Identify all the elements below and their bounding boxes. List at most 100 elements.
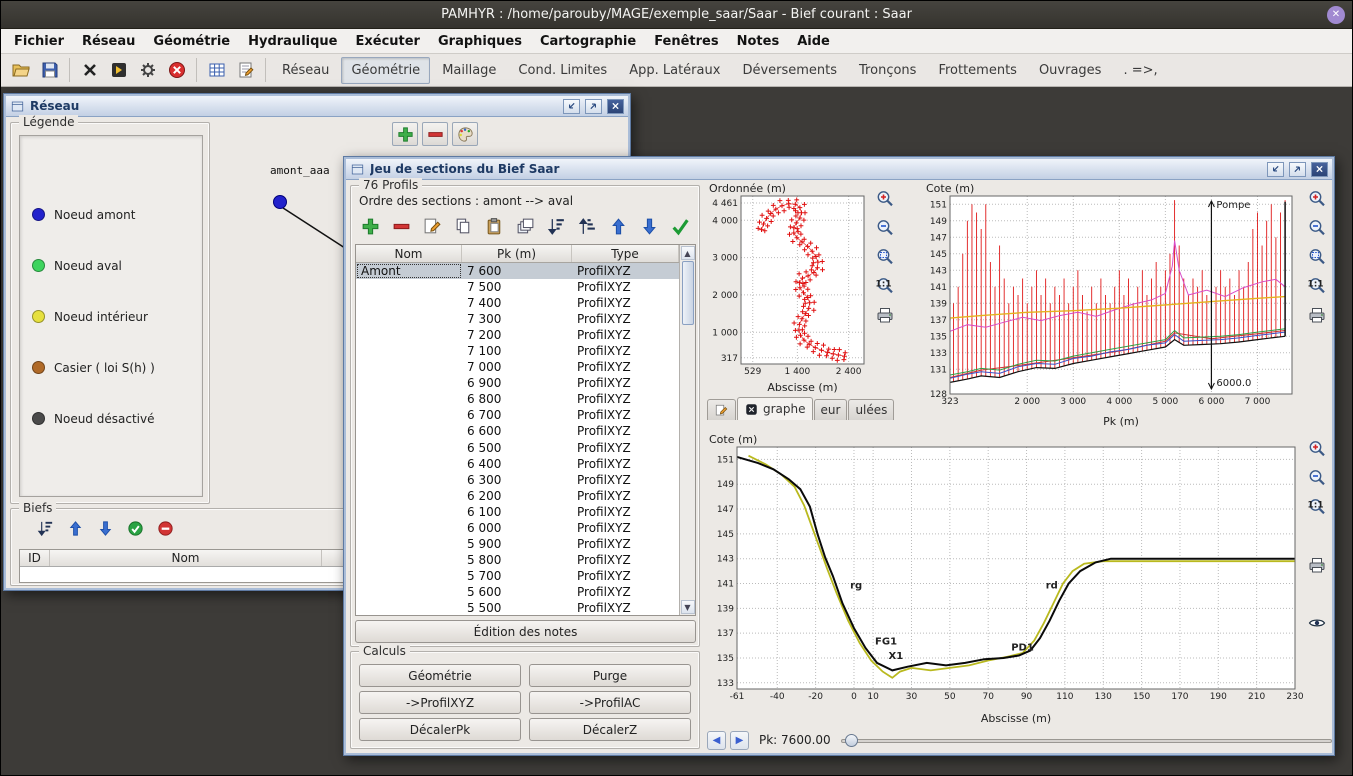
zoom-reset-button[interactable]: 1:1 [1305,274,1329,298]
close-button[interactable] [607,99,624,114]
validate-button[interactable] [665,212,695,240]
table-row[interactable]: 6 200 ProfilXYZ [356,488,679,504]
move-down-button[interactable] [634,212,664,240]
zoom-reset-button[interactable]: 1:1 [1305,495,1329,519]
edit-tab[interactable] [707,399,736,420]
menu-item[interactable]: Notes [728,31,789,52]
previous-section-button[interactable]: ◀ [707,731,726,750]
add-profile-button[interactable] [355,212,385,240]
table-row[interactable]: 7 500 ProfilXYZ [356,279,679,295]
table-row[interactable]: 6 700 ProfilXYZ [356,407,679,423]
open-folder-icon[interactable] [7,57,34,84]
table-row[interactable]: 5 500 ProfilXYZ [356,600,679,615]
scroll-down-arrow[interactable]: ▼ [681,600,695,614]
table-row[interactable]: 5 800 ProfilXYZ [356,552,679,568]
toolbar-mode-button[interactable]: Tronçons [849,57,926,84]
remove-profile-button[interactable] [386,212,416,240]
toolbar-mode-button[interactable]: Frottements [928,57,1027,84]
slider-track[interactable] [841,739,1332,743]
menu-item[interactable]: Géométrie [144,31,239,52]
print-button[interactable] [1305,303,1329,327]
table-row[interactable]: 7 200 ProfilXYZ [356,327,679,343]
menu-item[interactable]: Cartographie [531,31,645,52]
menu-item[interactable]: Exécuter [346,31,429,52]
minimize-button[interactable] [563,99,580,114]
table-row[interactable]: 6 500 ProfilXYZ [356,440,679,456]
sort-button[interactable] [33,517,57,539]
toolbar-mode-button[interactable]: Réseau [272,57,339,84]
close-file-icon[interactable] [76,57,103,84]
maximize-button[interactable] [585,99,602,114]
zoom-area-button[interactable] [873,245,897,269]
table-row[interactable]: Amont 7 600 ProfilXYZ [356,263,679,279]
stop-icon[interactable] [163,57,190,84]
menu-item[interactable]: Fenêtres [645,31,727,52]
table-row[interactable]: 6 800 ProfilXYZ [356,391,679,407]
upstream-node[interactable] [274,196,287,209]
toolbar-mode-button[interactable]: Maillage [432,57,506,84]
remove-bief-button[interactable] [153,517,177,539]
tab-eur[interactable]: eur [814,399,848,420]
reseau-window-titlebar[interactable]: Réseau [6,96,628,117]
move-up-button[interactable] [603,212,633,240]
table-row[interactable]: 6 600 ProfilXYZ [356,423,679,439]
table-row[interactable]: 5 900 ProfilXYZ [356,536,679,552]
tab-graphe[interactable]: graphe [737,397,813,420]
zoom-reset-button[interactable]: 1:1 [873,274,897,298]
header-type[interactable]: Type [572,245,679,262]
calc-button[interactable]: ->ProfilAC [529,691,691,714]
zoom-out-button[interactable] [873,216,897,240]
move-down-button[interactable] [93,517,117,539]
app-close-button[interactable]: ✕ [1327,6,1345,24]
scroll-up-arrow[interactable]: ▲ [681,246,695,260]
eye-icon[interactable] [1305,611,1329,635]
zoom-out-button[interactable] [1305,216,1329,240]
biefs-header-id[interactable]: ID [20,550,50,566]
toolbar-mode-button[interactable]: . =>, [1113,57,1167,84]
toolbar-mode-button[interactable]: Déversements [732,57,847,84]
save-icon[interactable] [36,57,63,84]
calc-button[interactable]: Géométrie [359,664,521,687]
toolbar-mode-button[interactable]: Ouvrages [1029,57,1112,84]
move-up-button[interactable] [63,517,87,539]
table-row[interactable]: 7 000 ProfilXYZ [356,359,679,375]
toolbar-mode-button[interactable]: Géométrie [341,57,430,84]
print-button[interactable] [873,303,897,327]
duplicate-button[interactable] [510,212,540,240]
menu-item[interactable]: Aide [788,31,839,52]
next-section-button[interactable]: ▶ [730,731,749,750]
close-button[interactable] [1311,162,1328,177]
biefs-header-nom[interactable]: Nom [50,550,322,566]
table-row[interactable]: 5 600 ProfilXYZ [356,584,679,600]
zoom-area-button[interactable] [1305,245,1329,269]
menu-item[interactable]: Hydraulique [239,31,346,52]
maximize-button[interactable] [1289,162,1306,177]
toolbar-mode-button[interactable]: App. Latéraux [619,57,730,84]
edit-notes-button[interactable]: Édition des notes [355,620,696,643]
menu-item[interactable]: Réseau [73,31,144,52]
menu-item[interactable]: Fichier [5,31,73,52]
longitudinal-profile-chart[interactable]: 3232 0003 0004 0005 0006 0007 0001511491… [924,182,1302,428]
notes-icon[interactable] [232,57,259,84]
copy-button[interactable] [448,212,478,240]
zoom-in-button[interactable] [873,187,897,211]
pk-slider[interactable] [841,731,1332,750]
calc-button[interactable]: DécalerZ [529,718,691,741]
scrollbar-thumb[interactable] [682,261,694,325]
table-row[interactable]: 5 700 ProfilXYZ [356,568,679,584]
run-icon[interactable] [105,57,132,84]
header-nom[interactable]: Nom [356,245,462,262]
table-row[interactable]: 6 300 ProfilXYZ [356,472,679,488]
zoom-in-button[interactable] [1305,187,1329,211]
table-row[interactable]: 7 400 ProfilXYZ [356,295,679,311]
sort-ascending-button[interactable] [572,212,602,240]
tab-ulees[interactable]: ulées [848,399,894,420]
table-row[interactable]: 6 900 ProfilXYZ [356,375,679,391]
calc-button[interactable]: Purge [529,664,691,687]
edit-profile-button[interactable] [417,212,447,240]
calc-button[interactable]: ->ProfilXYZ [359,691,521,714]
table-row[interactable]: 7 100 ProfilXYZ [356,343,679,359]
minimize-button[interactable] [1267,162,1284,177]
header-pk[interactable]: Pk (m) [462,245,572,262]
table-row[interactable]: 7 300 ProfilXYZ [356,311,679,327]
